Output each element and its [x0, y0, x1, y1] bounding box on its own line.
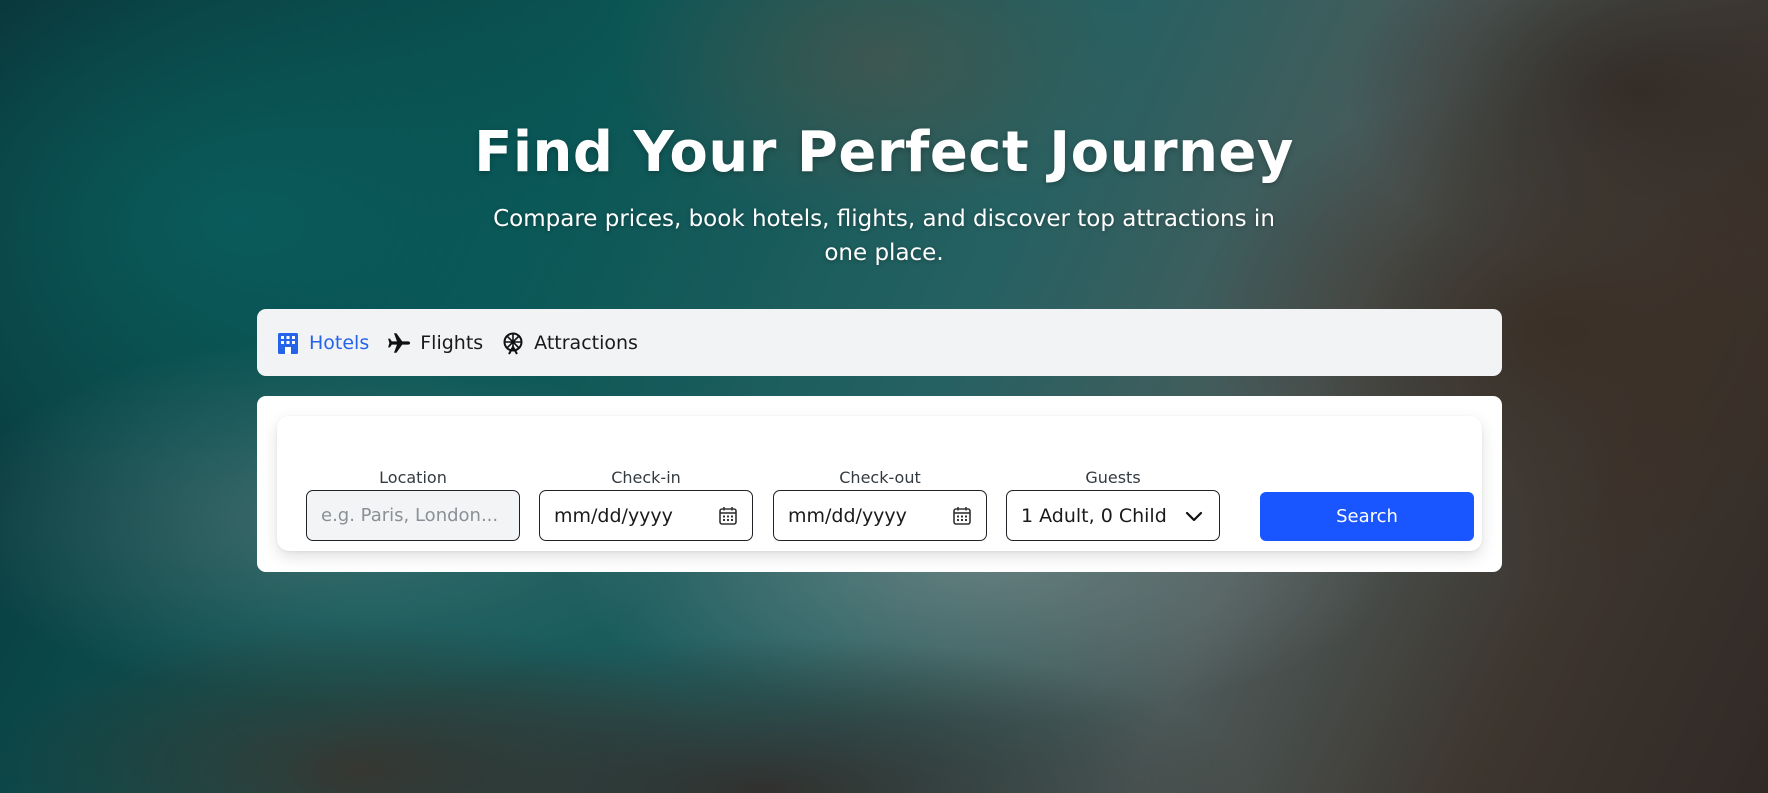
checkout-label: Check-out — [839, 468, 921, 487]
checkin-label: Check-in — [611, 468, 681, 487]
tab-flights[interactable]: Flights — [387, 323, 483, 363]
airplane-icon — [387, 331, 411, 355]
guests-label: Guests — [1085, 468, 1141, 487]
search-form: Location Check-in mm/dd/yyyy — [277, 416, 1482, 551]
hero-title: Find Your Perfect Journey — [474, 120, 1294, 185]
hero-subtitle: Compare prices, book hotels, flights, an… — [493, 206, 1275, 266]
calendar-icon[interactable] — [952, 506, 972, 526]
tab-flights-label: Flights — [420, 331, 484, 354]
hotel-icon — [276, 331, 300, 355]
checkin-value: mm/dd/yyyy — [554, 504, 673, 527]
guests-select[interactable]: 1 Adult, 0 Child — [1006, 490, 1220, 541]
checkout-value: mm/dd/yyyy — [788, 504, 907, 527]
tab-hotels[interactable]: Hotels — [276, 323, 369, 363]
tab-attractions[interactable]: Attractions — [501, 323, 638, 363]
tab-attractions-label: Attractions — [534, 331, 638, 354]
hero-section: Find Your Perfect Journey Compare prices… — [0, 0, 1768, 793]
location-label: Location — [379, 468, 447, 487]
location-input[interactable] — [321, 505, 505, 526]
checkout-date-input[interactable]: mm/dd/yyyy — [773, 490, 987, 541]
search-button[interactable]: Search — [1260, 492, 1474, 541]
guests-value: 1 Adult, 0 Child — [1021, 504, 1167, 527]
booking-tabs: Hotels Flights Attractions — [257, 309, 1502, 376]
calendar-icon[interactable] — [718, 506, 738, 526]
ferris-wheel-icon — [501, 331, 525, 355]
tab-hotels-label: Hotels — [309, 331, 370, 354]
search-card: Location Check-in mm/dd/yyyy — [257, 396, 1502, 572]
checkin-date-input[interactable]: mm/dd/yyyy — [539, 490, 753, 541]
chevron-down-icon — [1183, 505, 1205, 527]
